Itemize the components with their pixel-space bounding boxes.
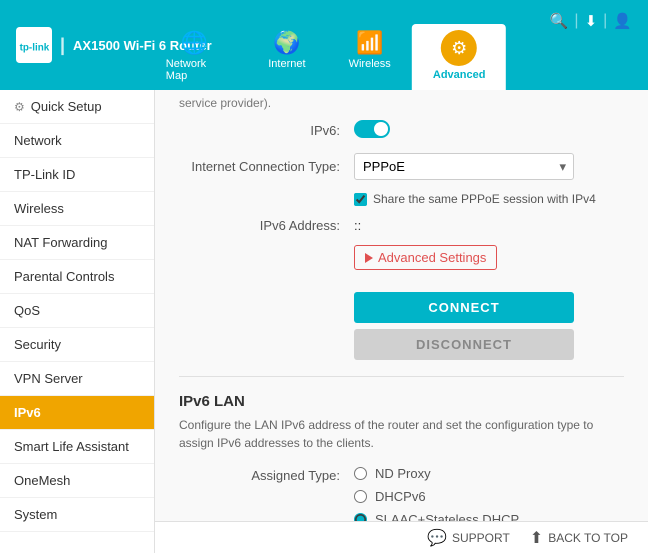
sidebar-item-quick-setup[interactable]: ⚙ Quick Setup <box>0 90 154 124</box>
assigned-type-label: Assigned Type: <box>179 466 354 483</box>
main-layout: ⚙ Quick Setup Network TP-Link ID Wireles… <box>0 90 648 553</box>
sidebar-item-smart-life[interactable]: Smart Life Assistant <box>0 430 154 464</box>
sidebar-item-tplink-id[interactable]: TP-Link ID <box>0 158 154 192</box>
sidebar-item-vpn-server[interactable]: VPN Server <box>0 362 154 396</box>
sidebar-item-network[interactable]: Network <box>0 124 154 158</box>
connection-type-select[interactable]: PPPoE DHCPv6 Static IPv6 6to4 Tunnel Pas… <box>354 153 574 180</box>
svg-text:tp-link: tp-link <box>20 42 50 53</box>
play-icon <box>365 253 373 263</box>
search-icon[interactable]: 🔍 <box>550 12 569 30</box>
sidebar-item-onemesh-label: OneMesh <box>14 473 70 488</box>
back-to-top-label: BACK TO TOP <box>548 531 628 545</box>
nav-advanced-label: Advanced <box>433 69 486 81</box>
connection-type-label: Internet Connection Type: <box>179 159 354 174</box>
sidebar-item-wireless[interactable]: Wireless <box>0 192 154 226</box>
nav-advanced-icon: ⚙ <box>451 38 467 59</box>
sidebar-item-ipv6[interactable]: IPv6 <box>0 396 154 430</box>
section-divider <box>179 376 624 377</box>
nav-internet-icon: 🌍 <box>273 30 300 56</box>
ipv6-lan-title: IPv6 LAN <box>179 393 624 410</box>
sidebar-item-parental-label: Parental Controls <box>14 269 114 284</box>
sidebar-item-smart-life-label: Smart Life Assistant <box>14 439 129 454</box>
sidebar-item-security-label: Security <box>14 337 61 352</box>
connection-type-select-wrapper: PPPoE DHCPv6 Static IPv6 6to4 Tunnel Pas… <box>354 153 624 180</box>
ipv6-lan-desc: Configure the LAN IPv6 address of the ro… <box>179 416 624 452</box>
share-pppoe-row: Share the same PPPoE session with IPv4 <box>179 192 624 206</box>
ipv6-address-text: :: <box>354 218 361 233</box>
advanced-settings-label: Advanced Settings <box>378 250 486 265</box>
buttons-area: CONNECT DISCONNECT <box>179 292 624 360</box>
sidebar-item-quick-setup-label: Quick Setup <box>31 99 102 114</box>
header: tp-link | AX1500 Wi-Fi 6 Router 🔍 | ⬇ | … <box>0 0 648 90</box>
sidebar-item-wireless-label: Wireless <box>14 201 64 216</box>
footer: 💬 SUPPORT ⬆ BACK TO TOP <box>155 521 648 553</box>
sidebar-item-ipv6-label: IPv6 <box>14 405 41 420</box>
dhcpv6-radio[interactable] <box>354 490 367 503</box>
radio-dhcpv6: DHCPv6 <box>354 489 519 504</box>
advanced-settings-link[interactable]: Advanced Settings <box>354 245 497 270</box>
disconnect-button[interactable]: DISCONNECT <box>354 329 574 360</box>
header-icons: 🔍 | ⬇ | 👤 <box>550 12 632 30</box>
sidebar-item-vpn-label: VPN Server <box>14 371 83 386</box>
content-area: service provider). IPv6: Internet Connec… <box>155 90 648 553</box>
sidebar-item-qos-label: QoS <box>14 303 40 318</box>
nav-internet[interactable]: 🌍 Internet <box>247 24 328 90</box>
nav-wireless[interactable]: 📶 Wireless <box>327 24 412 90</box>
sidebar-item-network-label: Network <box>14 133 62 148</box>
brand-divider: | <box>60 35 65 56</box>
ipv6-address-label: IPv6 Address: <box>179 218 354 233</box>
quick-setup-icon: ⚙ <box>14 100 25 114</box>
nav-advanced-icon-circle: ⚙ <box>441 30 477 66</box>
ipv6-address-row: IPv6 Address: :: <box>179 218 624 233</box>
sidebar-item-onemesh[interactable]: OneMesh <box>0 464 154 498</box>
sidebar-item-system[interactable]: System <box>0 498 154 532</box>
connection-type-row: Internet Connection Type: PPPoE DHCPv6 S… <box>179 153 624 180</box>
sidebar-item-parental-controls[interactable]: Parental Controls <box>0 260 154 294</box>
sidebar-item-security[interactable]: Security <box>0 328 154 362</box>
radio-nd-proxy: ND Proxy <box>354 466 519 481</box>
nd-proxy-radio[interactable] <box>354 467 367 480</box>
main-nav: 🌐 Network Map 🌍 Internet 📶 Wireless ⚙ Ad… <box>142 24 506 90</box>
header-divider2: | <box>603 12 607 30</box>
share-pppoe-label: Share the same PPPoE session with IPv4 <box>373 192 596 206</box>
advanced-settings-area: Advanced Settings <box>179 245 624 282</box>
nav-internet-label: Internet <box>268 58 305 70</box>
content-inner: IPv6: Internet Connection Type: PPPoE DH… <box>155 120 648 553</box>
nav-network-map[interactable]: 🌐 Network Map <box>142 24 247 90</box>
nav-network-map-icon: 🌐 <box>180 30 207 56</box>
sidebar-item-nat-label: NAT Forwarding <box>14 235 107 250</box>
top-note: service provider). <box>155 90 648 120</box>
ipv6-address-value: :: <box>354 218 624 233</box>
dhcpv6-label: DHCPv6 <box>375 489 426 504</box>
sidebar: ⚙ Quick Setup Network TP-Link ID Wireles… <box>0 90 155 553</box>
support-link[interactable]: 💬 SUPPORT <box>427 528 510 548</box>
header-divider: | <box>574 12 578 30</box>
back-to-top-icon: ⬆ <box>530 528 543 548</box>
ipv6-label: IPv6: <box>179 123 354 138</box>
back-to-top-link[interactable]: ⬆ BACK TO TOP <box>530 528 628 548</box>
nav-wireless-label: Wireless <box>349 58 391 70</box>
sidebar-item-tplink-id-label: TP-Link ID <box>14 167 75 182</box>
nd-proxy-label: ND Proxy <box>375 466 431 481</box>
connection-type-dropdown[interactable]: PPPoE DHCPv6 Static IPv6 6to4 Tunnel Pas… <box>354 153 574 180</box>
download-icon[interactable]: ⬇ <box>585 12 598 30</box>
sidebar-item-qos[interactable]: QoS <box>0 294 154 328</box>
ipv6-toggle-row: IPv6: <box>179 120 624 141</box>
top-note-text: service provider). <box>179 96 271 110</box>
nav-wireless-icon: 📶 <box>356 30 383 56</box>
support-icon: 💬 <box>427 528 447 548</box>
sidebar-item-nat-forwarding[interactable]: NAT Forwarding <box>0 226 154 260</box>
share-pppoe-checkbox[interactable] <box>354 193 367 206</box>
tplink-logo: tp-link <box>16 27 52 63</box>
support-label: SUPPORT <box>452 531 510 545</box>
ipv6-toggle-wrapper <box>354 120 624 141</box>
user-icon[interactable]: 👤 <box>613 12 632 30</box>
sidebar-item-system-label: System <box>14 507 57 522</box>
ipv6-toggle[interactable] <box>354 120 390 138</box>
nav-network-map-label: Network Map <box>166 58 223 82</box>
nav-advanced[interactable]: ⚙ Advanced <box>412 24 506 90</box>
connect-button[interactable]: CONNECT <box>354 292 574 323</box>
